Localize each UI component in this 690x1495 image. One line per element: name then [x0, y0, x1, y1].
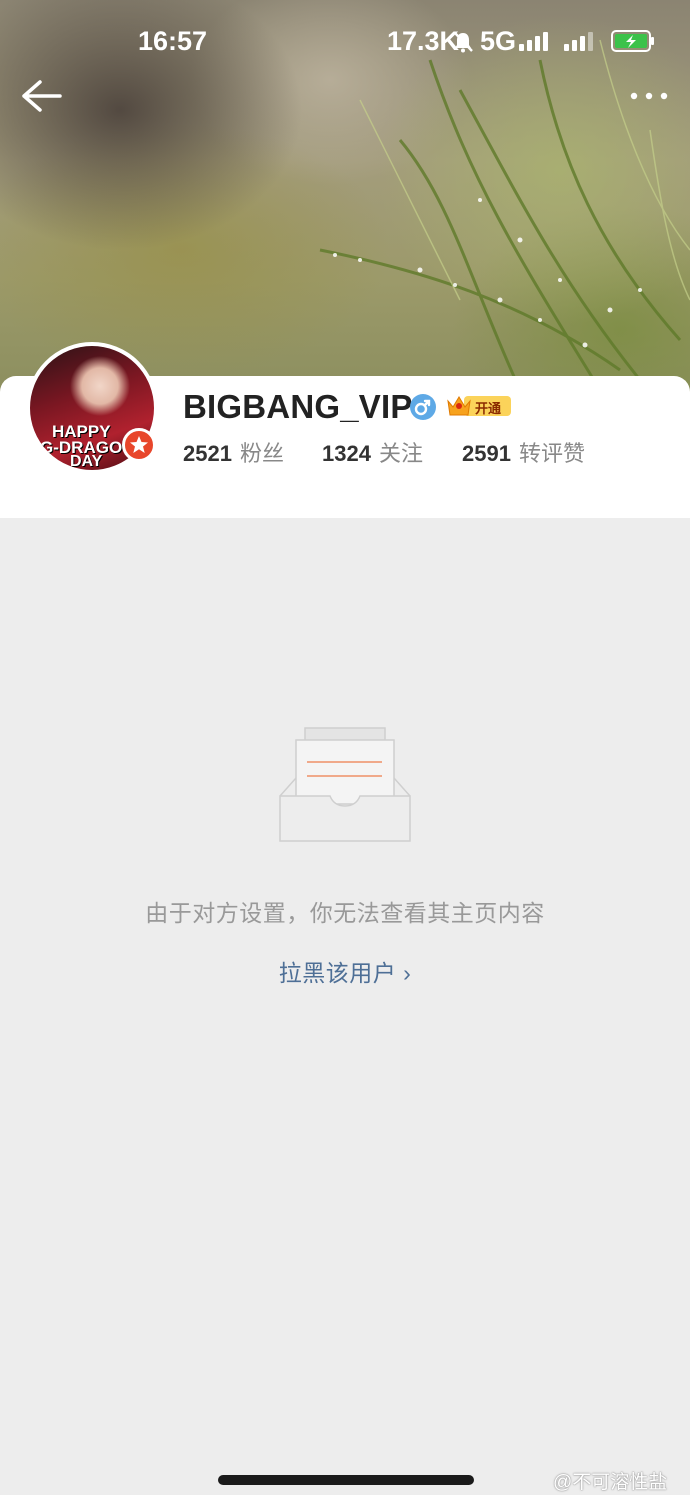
interactions-label: 转评赞 — [518, 441, 585, 466]
mute-bell-icon — [454, 32, 473, 53]
block-user-link[interactable]: 拉黑该用户 › — [0, 954, 690, 988]
status-time: 16:57 — [138, 26, 208, 56]
star-badge-icon — [130, 436, 148, 453]
back-button[interactable] — [20, 78, 64, 114]
signal-icon-secondary — [564, 32, 593, 51]
battery-charging-icon — [611, 30, 654, 52]
followers-label: 粉丝 — [239, 441, 284, 466]
followers-stat[interactable]: 2521 粉丝 — [183, 436, 284, 468]
restricted-content-message: 由于对方设置，你无法查看其主页内容 — [145, 900, 545, 926]
followers-count: 2521 — [183, 441, 232, 466]
back-arrow-icon — [22, 80, 62, 112]
interactions-count: 2591 — [462, 441, 511, 466]
interactions-stat[interactable]: 2591 转评赞 — [462, 436, 585, 468]
following-count: 1324 — [322, 441, 371, 466]
username: BIGBANG_VIP — [183, 388, 413, 425]
more-dots-icon — [630, 92, 668, 100]
home-indicator[interactable] — [218, 1475, 474, 1485]
avatar-text: DAY — [70, 453, 103, 470]
empty-inbox-icon — [279, 727, 411, 842]
following-label: 关注 — [378, 441, 423, 466]
vip-open-label[interactable]: 开通 — [475, 398, 501, 417]
more-options-button[interactable] — [628, 86, 672, 106]
signal-icon — [519, 32, 548, 51]
network-type: 5G — [480, 26, 517, 56]
watermark: @不可溶性盐 — [553, 1472, 668, 1493]
status-bar: 16:57 17.3K 5G — [0, 0, 690, 80]
network-speed: 17.3K — [387, 26, 460, 56]
following-stat[interactable]: 1324 关注 — [322, 436, 423, 468]
male-gender-icon — [410, 394, 436, 420]
avatar-badge — [122, 428, 156, 462]
